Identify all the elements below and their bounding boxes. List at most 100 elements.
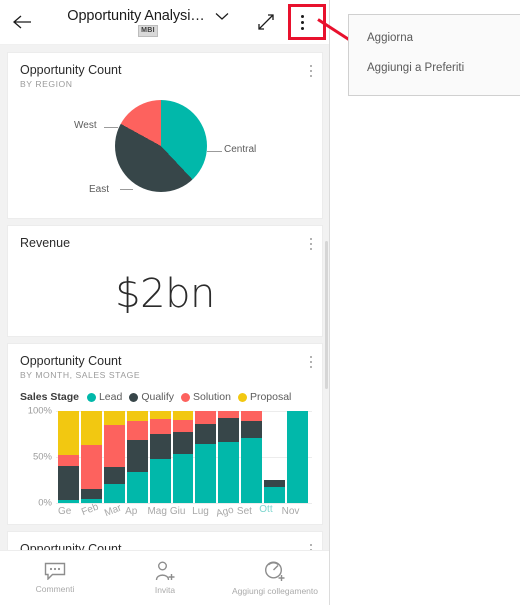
person-add-icon [155, 561, 175, 581]
x-axis-tick: Ago [214, 504, 235, 520]
bar-segment [172, 432, 194, 455]
phone-frame: Opportunity Analysi… MBI Opportunity Cou… [0, 0, 330, 605]
annotation-highlight-box [288, 4, 326, 40]
bar-segment [287, 411, 308, 503]
title-area[interactable]: Opportunity Analysi… MBI [44, 7, 248, 37]
more-dot [310, 361, 312, 363]
tile-header: Opportunity Count BY MONTH, SALES STAGE [8, 344, 322, 381]
bar-segment [103, 483, 125, 503]
tile-opportunity-count-by-region[interactable]: Opportunity Count BY REGION West Central… [8, 53, 322, 218]
legend-item-lead[interactable]: Lead [86, 391, 123, 403]
dashboard-add-icon [264, 560, 285, 581]
x-axis-tick: Ap [125, 506, 138, 517]
bar-column[interactable] [241, 411, 263, 503]
bottom-nav-comments[interactable]: Commenti [0, 562, 110, 594]
more-dot [310, 243, 312, 245]
legend-item-proposal[interactable]: Proposal [237, 391, 292, 403]
app-header: Opportunity Analysi… MBI [0, 0, 330, 45]
legend-item-qualify[interactable]: Qualify [129, 391, 174, 403]
comment-icon [44, 562, 66, 580]
tile-header: Opportunity Count BY REGION, OPPORTUNITY… [8, 532, 322, 552]
bar-segment [149, 411, 171, 420]
bar-segment [149, 434, 171, 459]
scrollbar-thumb[interactable] [325, 241, 328, 389]
tile-more-button[interactable] [310, 238, 312, 250]
legend-label: Qualify [141, 391, 174, 403]
x-axis-tick: Ott [259, 504, 273, 515]
more-dot [310, 238, 312, 240]
frame-edge [329, 0, 330, 605]
legend-label: Lead [98, 391, 123, 403]
bar-segment [241, 421, 263, 438]
x-axis-labels: Ge Feb Mar Ap Mag Giu Lug Ago Set Ott Nov [18, 502, 312, 529]
tile-title: Opportunity Count [20, 63, 122, 77]
more-dot [310, 248, 312, 250]
more-dot [310, 366, 312, 368]
bar-column[interactable] [195, 411, 217, 503]
bar-segment [80, 411, 102, 446]
legend-label: Solution [193, 391, 231, 403]
tile-subtitle: BY MONTH, SALES STAGE [20, 370, 141, 380]
report-type-badge: MBI [138, 25, 158, 37]
bar-segment [80, 445, 102, 490]
legend-item-solution[interactable]: Solution [181, 391, 231, 403]
bar-segment [126, 411, 148, 422]
pie-label-west: West [74, 120, 97, 131]
legend-swatch-icon [129, 392, 139, 402]
bar-column[interactable] [172, 411, 194, 503]
bar-segment [58, 411, 79, 456]
tile-more-button[interactable] [310, 65, 312, 77]
bar-segment [58, 455, 79, 467]
legend-label: Proposal [249, 391, 292, 403]
tile-revenue[interactable]: Revenue $2bn [8, 226, 322, 336]
bar-segment [126, 421, 148, 440]
chart-legend: Sales Stage Lead Qualify Solution Proposal [8, 381, 322, 403]
bar-column[interactable] [103, 411, 125, 503]
scrollbar[interactable] [325, 46, 328, 551]
bar-segment [103, 467, 125, 484]
more-dot [310, 65, 312, 67]
bar-column[interactable] [126, 411, 148, 503]
tile-more-button[interactable] [310, 356, 312, 368]
tile-subtitle: BY REGION [20, 79, 73, 89]
context-menu[interactable]: Aggiorna Aggiungi a Preferiti [348, 14, 520, 96]
bottom-nav-invite[interactable]: Invita [110, 561, 220, 595]
expand-button[interactable] [248, 0, 284, 44]
bar-segment [218, 411, 240, 419]
tile-opportunity-count-by-month[interactable]: Opportunity Count BY MONTH, SALES STAGE … [8, 344, 322, 524]
bottom-navigation: Commenti Invita Aggiungi collegamento [0, 550, 330, 605]
page-title: Opportunity Analysi… [67, 8, 205, 24]
bottom-nav-label: Aggiungi collegamento [231, 585, 318, 596]
bar-column[interactable] [218, 411, 240, 503]
legend-swatch-icon [237, 392, 247, 402]
pie-chart[interactable]: West Central East [8, 96, 322, 206]
back-button[interactable] [0, 0, 44, 44]
legend-swatch-icon [86, 392, 96, 402]
bar-column[interactable] [264, 411, 286, 503]
bar-column[interactable] [287, 411, 308, 503]
bar-segment [126, 471, 148, 503]
chevron-down-icon[interactable] [215, 12, 229, 21]
bar-column[interactable] [58, 411, 79, 503]
menu-item-add-favorite[interactable]: Aggiungi a Preferiti [349, 53, 520, 83]
legend-swatch-icon [181, 392, 190, 402]
tile-header: Opportunity Count BY REGION [8, 53, 322, 90]
bar-segment [264, 487, 286, 503]
bar-segment [218, 442, 240, 503]
bar-chart-plot[interactable]: 0% 50% 100% [18, 406, 312, 509]
x-axis-tick: Nov [281, 506, 300, 517]
legend-title: Sales Stage [20, 391, 79, 403]
bar-column[interactable] [149, 411, 171, 503]
menu-item-refresh[interactable]: Aggiorna [349, 23, 520, 53]
expand-arrows-icon [258, 14, 274, 30]
report-scroll-area[interactable]: Opportunity Count BY REGION West Central… [0, 45, 330, 552]
bar-segment [58, 466, 79, 501]
bottom-nav-label: Commenti [35, 584, 75, 594]
bar-segment [172, 454, 194, 503]
bar-column[interactable] [80, 411, 102, 503]
bottom-nav-add-link[interactable]: Aggiungi collegamento [220, 560, 330, 596]
x-axis-tick: Mar [102, 502, 123, 520]
tile-opportunity-count-by-region-size[interactable]: Opportunity Count BY REGION, OPPORTUNITY… [8, 532, 322, 552]
bar-segment [103, 411, 125, 425]
more-dot [310, 544, 312, 546]
